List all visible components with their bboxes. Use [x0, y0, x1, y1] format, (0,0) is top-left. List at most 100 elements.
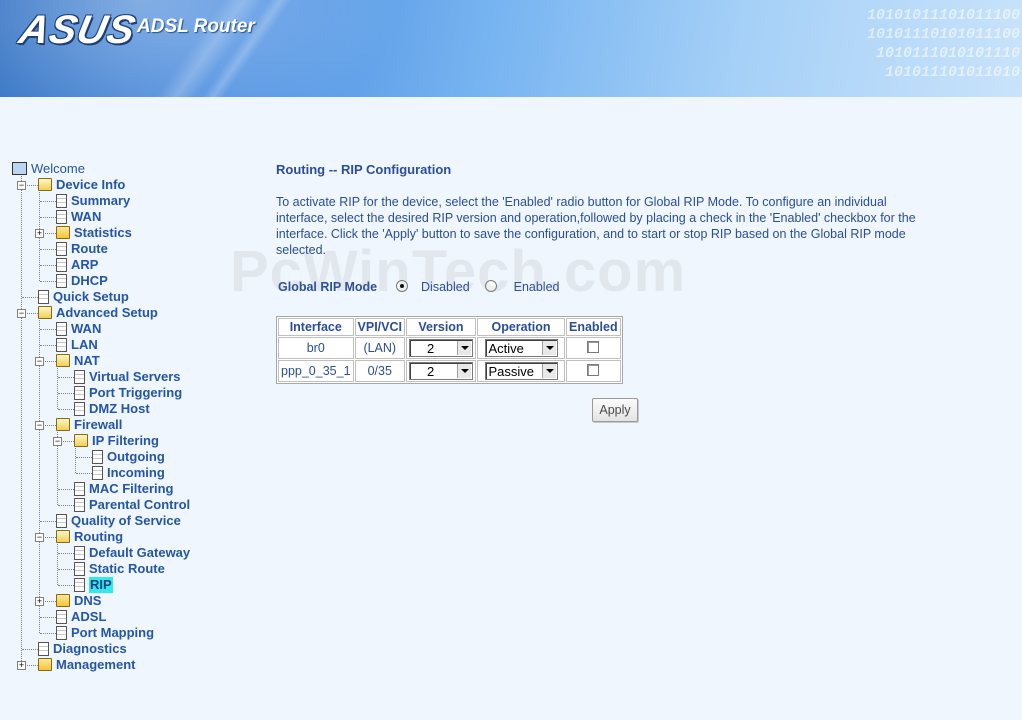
tree-item-device-info[interactable]: − Device Info: [10, 177, 250, 193]
tree-item-label[interactable]: Port Mapping: [71, 625, 154, 641]
tree-item-lan[interactable]: LAN: [10, 337, 250, 353]
tree-item-dmz-host[interactable]: DMZ Host: [10, 401, 250, 417]
chevron-down-icon[interactable]: [457, 364, 471, 378]
tree-item-parental-control[interactable]: Parental Control: [10, 497, 250, 513]
document-icon: [74, 482, 85, 496]
document-icon: [74, 498, 85, 512]
tree-item-static-route[interactable]: Static Route: [10, 561, 250, 577]
tree-item-quick-setup[interactable]: Quick Setup: [10, 289, 250, 305]
collapse-icon[interactable]: −: [53, 437, 62, 446]
tree-item-routing[interactable]: − Routing: [10, 529, 250, 545]
chevron-down-icon[interactable]: [457, 341, 471, 355]
tree-item-label[interactable]: Firewall: [74, 417, 122, 433]
tree-item-label[interactable]: Virtual Servers: [89, 369, 181, 385]
tree-item-label[interactable]: ADSL: [71, 609, 106, 625]
tree-item-label[interactable]: LAN: [71, 337, 98, 353]
tree-item-route[interactable]: Route: [10, 241, 250, 257]
tree-item-label[interactable]: Parental Control: [89, 497, 190, 513]
folder-open-icon: [38, 306, 52, 319]
tree-item-label[interactable]: Port Triggering: [89, 385, 182, 401]
operation-select[interactable]: Active: [484, 339, 558, 357]
enabled-checkbox[interactable]: [587, 363, 600, 376]
tree-item-label[interactable]: MAC Filtering: [89, 481, 174, 497]
collapse-icon[interactable]: −: [35, 533, 44, 542]
tree-item-adsl[interactable]: ADSL: [10, 609, 250, 625]
document-icon: [38, 290, 49, 304]
tree-item-label[interactable]: Outgoing: [107, 449, 165, 465]
tree-item-advanced-setup[interactable]: − Advanced Setup: [10, 305, 250, 321]
tree-item-firewall[interactable]: − Firewall: [10, 417, 250, 433]
version-select[interactable]: 2: [409, 339, 473, 357]
tree-item-label[interactable]: Quick Setup: [53, 289, 129, 305]
tree-item-summary[interactable]: Summary: [10, 193, 250, 209]
tree-item-label[interactable]: Route: [71, 241, 108, 257]
tree-item-label[interactable]: DHCP: [71, 273, 108, 289]
tree-item-label[interactable]: Management: [56, 657, 135, 673]
expand-icon[interactable]: +: [35, 229, 44, 238]
document-icon: [74, 562, 85, 576]
tree-item-statistics[interactable]: + Statistics: [10, 225, 250, 241]
tree-connector: [40, 521, 56, 522]
tree-item-rip[interactable]: RIP: [10, 577, 250, 593]
tree-item-outgoing[interactable]: Outgoing: [10, 449, 250, 465]
tree-item-dhcp[interactable]: DHCP: [10, 273, 250, 289]
tree-item-label[interactable]: Statistics: [74, 225, 132, 241]
tree-item-label[interactable]: Advanced Setup: [56, 305, 158, 321]
tree-item-dns[interactable]: + DNS: [10, 593, 250, 609]
enabled-checkbox[interactable]: [587, 340, 600, 353]
tree-item-label[interactable]: WAN: [71, 321, 101, 337]
tree-item-label[interactable]: DNS: [74, 593, 101, 609]
watermark: PcWinTech.com: [230, 239, 687, 304]
tree-item-management[interactable]: + Management: [10, 657, 250, 673]
tree-item-quality-of-service[interactable]: Quality of Service: [10, 513, 250, 529]
tree-item-label[interactable]: Device Info: [56, 177, 125, 193]
tree-item-label[interactable]: RIP: [89, 577, 113, 593]
tree-item-port-triggering[interactable]: Port Triggering: [10, 385, 250, 401]
tree-item-label[interactable]: Diagnostics: [53, 641, 127, 657]
version-select[interactable]: 2: [409, 362, 473, 380]
interface-cell: br0: [278, 337, 354, 359]
tree-item-welcome[interactable]: Welcome: [10, 161, 250, 177]
chevron-down-icon[interactable]: [541, 341, 556, 355]
apply-button[interactable]: Apply: [592, 398, 638, 422]
tree-connector: [76, 457, 92, 458]
tree-item-wan[interactable]: WAN: [10, 321, 250, 337]
header-banner: ASUS ADSL Router 10101011101011100 101011…: [0, 0, 1022, 97]
collapse-icon[interactable]: −: [35, 357, 44, 366]
tree-item-label[interactable]: Welcome: [31, 161, 85, 177]
tree-item-diagnostics[interactable]: Diagnostics: [10, 641, 250, 657]
tree-item-label[interactable]: NAT: [74, 353, 100, 369]
collapse-icon[interactable]: −: [17, 309, 26, 318]
tree-connector: [58, 553, 74, 554]
tree-item-label[interactable]: DMZ Host: [89, 401, 150, 417]
tree-item-incoming[interactable]: Incoming: [10, 465, 250, 481]
tree-item-port-mapping[interactable]: Port Mapping: [10, 625, 250, 641]
tree-item-wan[interactable]: WAN: [10, 209, 250, 225]
tree-item-arp[interactable]: ARP: [10, 257, 250, 273]
tree-item-label[interactable]: IP Filtering: [92, 433, 159, 449]
tree-item-ip-filtering[interactable]: − IP Filtering: [10, 433, 250, 449]
tree-item-label[interactable]: Static Route: [89, 561, 165, 577]
tree-item-label[interactable]: ARP: [71, 257, 98, 273]
tree-item-label[interactable]: Default Gateway: [89, 545, 190, 561]
chevron-down-icon[interactable]: [541, 364, 556, 378]
tree-item-virtual-servers[interactable]: Virtual Servers: [10, 369, 250, 385]
tree-item-default-gateway[interactable]: Default Gateway: [10, 545, 250, 561]
tree-item-label[interactable]: Summary: [71, 193, 130, 209]
collapse-icon[interactable]: −: [17, 181, 26, 190]
expand-icon[interactable]: +: [35, 597, 44, 606]
monitor-icon: [12, 162, 27, 175]
tree-item-label[interactable]: Quality of Service: [71, 513, 181, 529]
folder-open-icon: [56, 530, 70, 543]
tree-item-label[interactable]: Routing: [74, 529, 123, 545]
tree-item-mac-filtering[interactable]: MAC Filtering: [10, 481, 250, 497]
tree-item-nat[interactable]: − NAT: [10, 353, 250, 369]
tree-connector: [76, 473, 92, 474]
tree-item-label[interactable]: Incoming: [107, 465, 165, 481]
document-icon: [74, 578, 85, 592]
collapse-icon[interactable]: −: [35, 421, 44, 430]
tree-connector: [40, 617, 56, 618]
tree-item-label[interactable]: WAN: [71, 209, 101, 225]
operation-select[interactable]: Passive: [484, 362, 558, 380]
expand-icon[interactable]: +: [17, 661, 26, 670]
